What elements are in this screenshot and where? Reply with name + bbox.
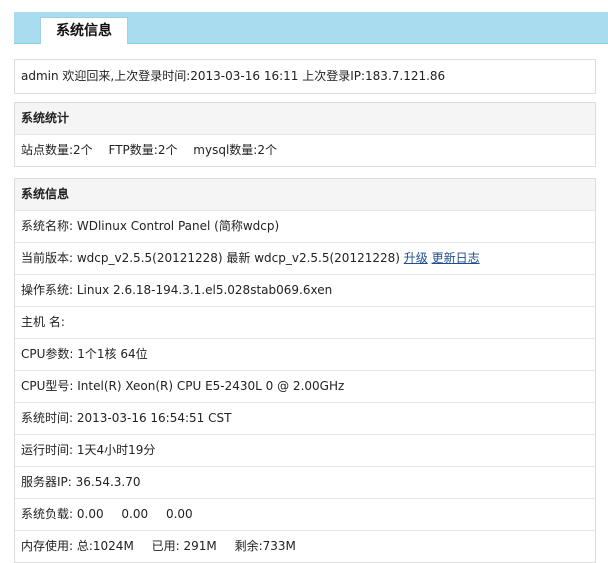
load-2: 0.00 bbox=[121, 507, 149, 521]
ftp-count: FTP数量:2个 bbox=[108, 143, 178, 157]
changelog-link[interactable]: 更新日志 bbox=[432, 251, 480, 265]
hostname-info: 主机 名: bbox=[15, 306, 595, 338]
load-1: 0.00 bbox=[76, 507, 104, 521]
load-row: 系统负载: 0.00 0.00 0.00 bbox=[15, 498, 595, 530]
system-time: 系统时间: 2013-03-16 16:54:51 CST bbox=[15, 402, 595, 434]
stats-row: 站点数量:2个 FTP数量:2个 mysql数量:2个 bbox=[15, 134, 595, 166]
site-count: 站点数量:2个 bbox=[21, 143, 93, 157]
mem-label: 内存使用: bbox=[21, 539, 77, 553]
os-info: 操作系统: Linux 2.6.18-194.3.1.el5.028stab06… bbox=[15, 274, 595, 306]
load-label: 系统负载: bbox=[21, 507, 74, 521]
mem-total: 总:1024M bbox=[76, 539, 134, 553]
tab-system-info[interactable]: 系统信息 bbox=[40, 17, 128, 44]
version-text: 当前版本: wdcp_v2.5.5(20121228) 最新 wdcp_v2.5… bbox=[21, 251, 400, 265]
version-row: 当前版本: wdcp_v2.5.5(20121228) 最新 wdcp_v2.5… bbox=[15, 242, 595, 274]
header-bar: 系统信息 bbox=[14, 12, 608, 44]
mem-used: 已用: 291M bbox=[151, 539, 217, 553]
cpu-model: CPU型号: Intel(R) Xeon(R) CPU E5-2430L 0 @… bbox=[15, 370, 595, 402]
sysinfo-panel: 系统信息 系统名称: WDlinux Control Panel (简称wdcp… bbox=[14, 178, 596, 563]
load-3: 0.00 bbox=[165, 507, 193, 521]
uptime: 运行时间: 1天4小时19分 bbox=[15, 434, 595, 466]
welcome-text: admin 欢迎回来,上次登录时间:2013-03-16 16:11 上次登录I… bbox=[21, 69, 446, 83]
welcome-panel: admin 欢迎回来,上次登录时间:2013-03-16 16:11 上次登录I… bbox=[14, 59, 596, 94]
upgrade-link[interactable]: 升级 bbox=[404, 251, 428, 265]
mem-free: 剩余:733M bbox=[234, 539, 296, 553]
server-ip: 服务器IP: 36.54.3.70 bbox=[15, 466, 595, 498]
cpu-params: CPU参数: 1个1核 64位 bbox=[15, 338, 595, 370]
sysinfo-title: 系统信息 bbox=[15, 179, 595, 210]
memory-row: 内存使用: 总:1024M 已用: 291M 剩余:733M bbox=[15, 530, 595, 562]
system-name: 系统名称: WDlinux Control Panel (简称wdcp) bbox=[15, 210, 595, 242]
stats-title: 系统统计 bbox=[15, 103, 595, 134]
stats-panel: 系统统计 站点数量:2个 FTP数量:2个 mysql数量:2个 bbox=[14, 102, 596, 167]
mysql-count: mysql数量:2个 bbox=[193, 143, 277, 157]
